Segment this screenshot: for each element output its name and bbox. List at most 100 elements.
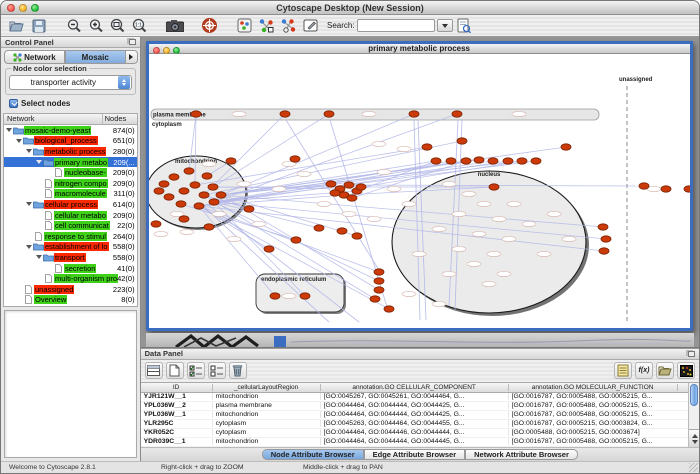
network-node[interactable] [374,278,384,284]
search-dropdown-button[interactable] [437,19,453,32]
network-node[interactable] [337,228,347,234]
unselect-attributes-icon[interactable] [208,362,226,379]
node-color-dropdown[interactable]: transporter activity [9,75,132,90]
layout-nodes-icon[interactable] [257,17,276,35]
tree-row[interactable]: secretion41(0) [4,263,137,274]
network-node[interactable] [179,188,189,194]
disclosure-triangle-icon[interactable] [36,255,43,259]
network-node[interactable] [352,233,362,239]
annotation-icon[interactable] [301,17,320,35]
network-node[interactable] [290,156,300,162]
tree-row[interactable]: biological_process651(0) [4,136,137,147]
network-node[interactable] [151,221,161,227]
network-node[interactable] [661,186,671,192]
open-file-icon[interactable] [7,17,26,35]
network-node[interactable] [199,192,209,198]
network-node[interactable] [300,293,310,299]
tab-network[interactable]: Network [4,50,65,64]
tab-edge-attribute-browser[interactable]: Edge Attribute Browser [364,449,465,460]
tree-row[interactable]: mosaic-demo-yeast874(0) [4,125,137,136]
float-panel-icon[interactable] [129,39,136,45]
column-header[interactable]: ID [141,384,213,391]
column-header[interactable]: annotation.GO CELLULAR_COMPONENT [321,384,509,391]
tree-row[interactable]: Overview8(0) [4,295,137,306]
tree-row[interactable]: primary metabo209(... [4,157,137,168]
network-view-window[interactable]: primary metabolic process plasma membran… [146,41,693,331]
network-node[interactable] [601,236,611,242]
network-node[interactable] [159,181,169,187]
tree-row[interactable]: metabolic process280(0) [4,146,137,157]
float-panel-icon[interactable] [688,351,695,357]
select-nodes-checkbox[interactable] [9,99,18,108]
network-node[interactable] [169,174,179,180]
help-icon[interactable] [200,17,219,35]
tree-row[interactable]: macromolecule311(0) [4,189,137,200]
network-node[interactable] [190,182,200,188]
resize-grip[interactable] [689,463,698,472]
new-attribute-icon[interactable] [166,362,184,379]
network-node[interactable] [244,206,254,212]
tree-column-network[interactable]: Network [4,114,103,124]
table-scrollbar[interactable] [688,383,699,448]
zoom-in-icon[interactable] [86,17,105,35]
tree-row[interactable]: multi-organism pro42(0) [4,273,137,284]
vizmapper-icon[interactable] [235,17,254,35]
tab-mosaic[interactable]: Mosaic [65,50,126,64]
network-zoom-button[interactable] [173,47,180,54]
disclosure-triangle-icon[interactable] [26,245,33,249]
search-input[interactable] [357,19,435,32]
network-node[interactable] [164,194,174,200]
zoom-out-icon[interactable] [64,17,83,35]
advanced-search-icon[interactable] [455,17,474,35]
tree-row[interactable]: cellular metabo209(0) [4,210,137,221]
network-node[interactable] [531,158,541,164]
scrollbar-thumb[interactable] [690,384,698,406]
network-node[interactable] [374,287,384,293]
network-node[interactable] [216,192,226,198]
network-node[interactable] [264,246,274,252]
minimize-button[interactable] [19,4,27,12]
save-icon[interactable] [29,17,48,35]
network-node[interactable] [639,183,649,189]
disclosure-triangle-icon[interactable] [26,202,33,206]
network-node[interactable] [194,203,204,209]
column-header[interactable]: _cellularLayoutRegion [213,384,321,391]
network-node[interactable] [384,306,394,312]
disclosure-triangle-icon[interactable] [36,160,43,164]
tree-row[interactable]: response to stimul264(0) [4,231,137,242]
network-node[interactable] [561,144,571,150]
column-header[interactable]: annotation.GO MOLECULAR_FUNCTION [509,384,678,391]
tree-row[interactable]: establishment of lo558(0) [4,242,137,253]
network-node[interactable] [461,158,471,164]
tab-node-attribute-browser[interactable]: Node Attribute Browser [262,449,364,460]
tree-row[interactable]: transport558(0) [4,252,137,263]
attribute-grid-icon[interactable] [145,362,163,379]
network-node[interactable] [209,199,219,205]
select-attributes-icon[interactable] [187,362,205,379]
delete-attribute-icon[interactable] [229,362,247,379]
disclosure-triangle-icon[interactable] [26,149,33,153]
network-node[interactable] [431,158,441,164]
network-node[interactable] [204,224,214,230]
network-node[interactable] [344,182,354,188]
table-row[interactable]: YKR052Ccytoplasm[GO:0044464, GO:0044446,… [141,429,688,438]
network-node[interactable] [452,111,462,117]
network-node[interactable] [446,158,456,164]
tree-column-nodes[interactable]: Nodes [103,114,137,124]
import-attributes-icon[interactable] [656,362,674,379]
network-node[interactable] [208,184,218,190]
network-node[interactable] [370,296,380,302]
network-node[interactable] [488,158,498,164]
tree-row[interactable]: nitrogen compo209(0) [4,178,137,189]
network-node[interactable] [154,188,164,194]
zoom-selected-icon[interactable] [108,17,127,35]
network-node[interactable] [326,181,336,187]
network-node[interactable] [503,158,513,164]
network-node[interactable] [291,237,301,243]
network-node[interactable] [356,184,366,190]
birds-eye-view[interactable] [4,310,137,458]
network-node[interactable] [280,111,290,117]
network-node[interactable] [202,173,212,179]
tree-row[interactable]: cell communicat22(0) [4,220,137,231]
network-node[interactable] [324,111,334,117]
